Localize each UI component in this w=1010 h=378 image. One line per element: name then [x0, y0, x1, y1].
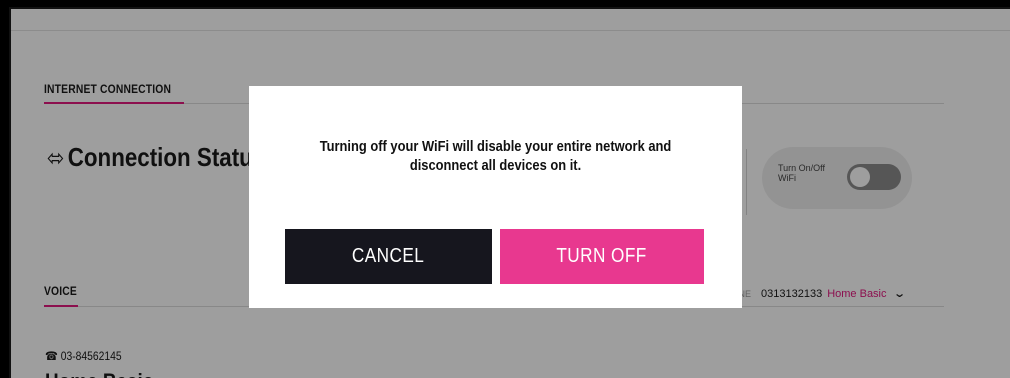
turn-off-button-label: TURN OFF [556, 245, 648, 267]
wifi-off-confirm-modal: Turning off your WiFi will disable your … [249, 86, 742, 308]
modal-message-text: Turning off your WiFi will disable your … [319, 138, 672, 174]
turn-off-button[interactable]: TURN OFF [500, 229, 704, 284]
cancel-button-label: CANCEL [352, 245, 425, 267]
modal-message: Turning off your WiFi will disable your … [249, 137, 742, 175]
app-frame: INTERNET CONNECTION ⬄ Connection Status T… [9, 7, 1010, 378]
cancel-button[interactable]: CANCEL [285, 229, 492, 284]
